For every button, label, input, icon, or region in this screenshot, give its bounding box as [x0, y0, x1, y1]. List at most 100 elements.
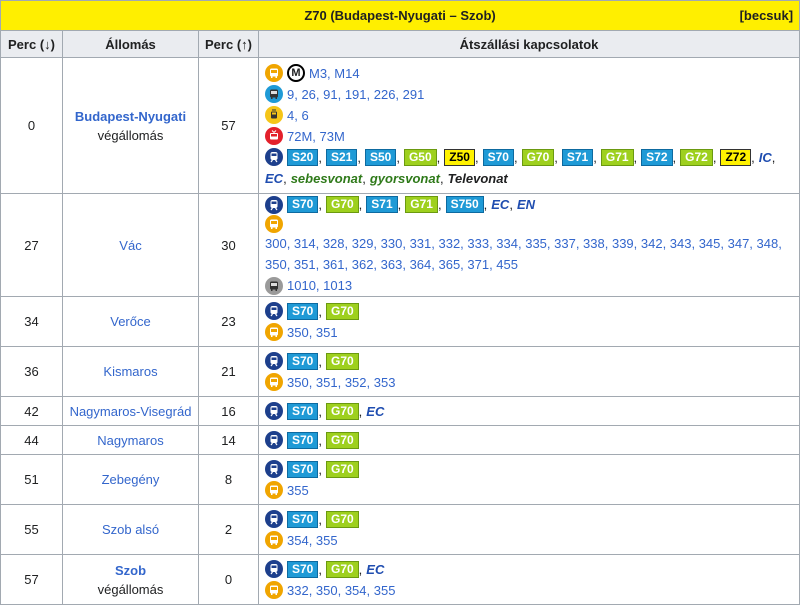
rail-line-badge[interactable]: S70: [482, 148, 514, 166]
rail-line-badge[interactable]: G70: [325, 560, 359, 578]
train-type[interactable]: EC: [366, 401, 384, 422]
rail-line-badge[interactable]: S750: [445, 196, 484, 213]
train-type[interactable]: Televonat: [448, 168, 508, 189]
bus-lines[interactable]: 9, 26, 91, 191, 226, 291: [287, 84, 424, 105]
train-type[interactable]: gyorsvonat: [370, 168, 440, 189]
bus-lines[interactable]: 332, 350, 354, 355: [287, 580, 395, 601]
bus-line: 350, 351: [265, 322, 793, 343]
bus-line: 354, 355: [265, 530, 793, 551]
station-cell: Szob végállomás: [62, 554, 199, 605]
rail-line-badge[interactable]: G50: [403, 148, 437, 166]
bus-lines[interactable]: 350, 351: [287, 322, 338, 343]
terminus-label: végállomás: [97, 127, 164, 143]
station-link[interactable]: Budapest-Nyugati: [75, 109, 186, 124]
metro-lines[interactable]: M3, M14: [309, 63, 360, 84]
rail-line-badge[interactable]: S70: [287, 460, 319, 478]
rail-line-badge[interactable]: Z72: [720, 148, 752, 166]
minutes-up: 8: [198, 454, 259, 505]
train-type[interactable]: EC: [265, 168, 283, 189]
rail-line-badge[interactable]: G70: [325, 196, 359, 213]
rail-line-badge[interactable]: G70: [325, 431, 359, 449]
table-row: 36 Kismaros 21 S70, G70 350, 351, 352, 353: [0, 346, 800, 397]
rail-line-badge[interactable]: S70: [287, 302, 319, 320]
connections-cell: S70, G70 350, 351, 352, 353: [257, 346, 800, 397]
col-header-up[interactable]: Perc (↑): [198, 30, 259, 58]
rail-line-badge[interactable]: Z50: [444, 148, 475, 166]
rail-line: S70, G70: [265, 509, 793, 530]
train-icon: [265, 352, 283, 370]
rail-line-badge[interactable]: G70: [325, 302, 359, 320]
table-row: 0 Budapest-Nyugati végállomás 57 M M3, M14 9, …: [0, 57, 800, 194]
table-caption: Z70 (Budapest-Nyugati – Szob) [becsuk]: [0, 0, 800, 31]
local-bus-lines[interactable]: 1010, 1013: [287, 275, 352, 296]
station-cell: Nagymaros-Visegrád: [62, 396, 199, 426]
station-cell: Nagymaros: [62, 425, 199, 455]
station-link[interactable]: Verőce: [110, 314, 150, 329]
col-header-connections: Átszállási kapcsolatok: [257, 30, 800, 58]
connections-cell: S70, G70 355: [257, 454, 800, 505]
bus-lines[interactable]: 300, 314, 328, 329, 330, 331, 332, 333, …: [265, 233, 793, 275]
train-type[interactable]: IC: [759, 147, 772, 168]
train-type[interactable]: EC: [491, 194, 509, 215]
rail-line-badge[interactable]: S50: [364, 148, 397, 166]
rail-line-badge[interactable]: G70: [325, 460, 359, 478]
col-header-down[interactable]: Perc (↓): [0, 30, 63, 58]
rail-line: S70, G70: [265, 351, 793, 372]
rail-line-badge[interactable]: G70: [521, 148, 555, 166]
rail-line-badge[interactable]: S70: [287, 510, 319, 528]
bus-lines[interactable]: 350, 351, 352, 353: [287, 372, 395, 393]
table-row: 34 Verőce 23 S70, G70 350, 351: [0, 296, 800, 347]
train-type[interactable]: EC: [366, 559, 384, 580]
rail-line: S70, G70: [265, 301, 793, 322]
train-type[interactable]: EN: [517, 194, 535, 215]
rail-line-badge[interactable]: S70: [287, 402, 319, 420]
collapse-link[interactable]: [becsuk]: [740, 8, 793, 23]
rail-line-badge[interactable]: S70: [287, 352, 319, 370]
station-link[interactable]: Nagymaros: [97, 433, 163, 448]
rail-line-badge[interactable]: G70: [325, 352, 359, 370]
rail-line-badge[interactable]: S70: [287, 196, 319, 213]
station-link[interactable]: Vác: [119, 238, 141, 253]
table-row: 51 Zebegény 8 S70, G70 355: [0, 454, 800, 505]
train-type[interactable]: sebesvonat: [291, 168, 363, 189]
station-link[interactable]: Nagymaros-Visegrád: [70, 404, 192, 419]
station-link[interactable]: Kismaros: [103, 364, 157, 379]
rail-line-badge[interactable]: G70: [325, 402, 359, 420]
minutes-down: 42: [0, 396, 63, 426]
trolleybus-icon: [265, 127, 283, 145]
connections-cell: S70, G70 350, 351: [257, 296, 800, 347]
station-link[interactable]: Szob: [115, 563, 146, 578]
rail-line-badge[interactable]: S72: [641, 148, 673, 166]
station-link[interactable]: Zebegény: [102, 472, 160, 487]
minutes-down: 36: [0, 346, 63, 397]
rail-line-badge[interactable]: G70: [325, 510, 359, 528]
col-header-station: Állomás: [62, 30, 199, 58]
rail-line-badge[interactable]: G71: [405, 196, 438, 213]
rail-line-badge[interactable]: S71: [366, 196, 398, 213]
rail-line-badge[interactable]: G72: [680, 148, 713, 166]
rail-line-badge[interactable]: G71: [600, 148, 634, 166]
minutes-up: 14: [198, 425, 259, 455]
station-link[interactable]: Szob alsó: [102, 522, 159, 537]
rail-line-badge[interactable]: S20: [287, 148, 319, 166]
rail-line-badge[interactable]: S70: [287, 560, 319, 578]
train-icon: [265, 431, 283, 449]
station-cell: Zebegény: [62, 454, 199, 505]
city-bus-icon: [265, 85, 283, 103]
rail-line-badge[interactable]: S71: [561, 148, 594, 166]
bus-line: 300, 314, 328, 329, 330, 331, 332, 333, …: [265, 215, 793, 275]
train-icon: [265, 402, 283, 420]
terminus-label: végállomás: [97, 581, 164, 597]
trolleybus-line: 72M, 73M: [265, 126, 793, 147]
rail-line: S70, G70, S71, G71, S750, EC, EN: [265, 194, 793, 215]
table-row: 57 Szob végállomás 0 S70, G70, EC 332, 350, 354…: [0, 554, 800, 605]
route-table: Z70 (Budapest-Nyugati – Szob) [becsuk] P…: [0, 0, 800, 605]
bus-lines[interactable]: 355: [287, 480, 309, 501]
rail-line: S70, G70, EC: [265, 559, 793, 580]
rail-line-badge[interactable]: S21: [325, 148, 358, 166]
rail-line-badge[interactable]: S70: [287, 431, 319, 449]
bus-lines[interactable]: 354, 355: [287, 530, 338, 551]
trolleybus-lines[interactable]: 72M, 73M: [287, 126, 345, 147]
tram-lines[interactable]: 4, 6: [287, 105, 309, 126]
metro-icon: M: [287, 64, 305, 82]
